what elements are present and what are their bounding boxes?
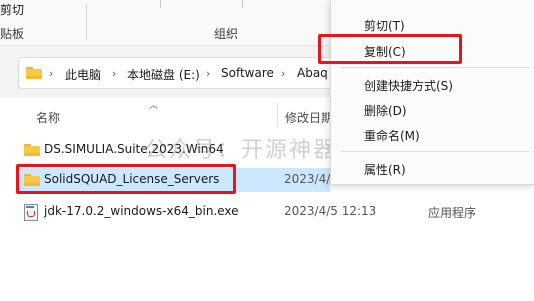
breadcrumb-abaq[interactable]: Abaq [297,66,328,80]
java-exe-icon [24,204,38,221]
folder-icon [24,144,40,156]
chevron-right-icon[interactable]: › [281,67,285,80]
menu-item-create-shortcut[interactable]: 创建快捷方式(S) [364,77,453,94]
file-date: 2023/4/5 12:13 [284,204,377,218]
column-divider[interactable] [277,103,278,127]
watermark-text: 公众号：开源神器 [145,138,338,163]
menu-separator [341,67,529,68]
ribbon-divider [86,4,87,40]
sort-up-icon: ︿ [149,101,159,111]
highlight-box [318,34,462,64]
breadcrumb-this-pc[interactable]: 此电脑 [65,66,101,83]
column-header-name[interactable]: 名称 [36,109,60,126]
menu-separator [341,151,529,152]
menu-item-rename[interactable]: 重命名(M) [364,127,420,144]
file-name: jdk-17.0.2_windows-x64_bin.exe [44,204,239,218]
ribbon-divider [242,0,243,8]
file-row[interactable]: jdk-17.0.2_windows-x64_bin.exe 2023/4/5 … [18,200,528,224]
menu-item-properties[interactable]: 属性(R) [364,161,406,178]
ribbon-divider [160,0,161,8]
context-menu: 剪切(T) 复制(C) 创建快捷方式(S) 删除(D) 重命名(M) 属性(R) [330,0,534,185]
ribbon-cut-button[interactable]: 剪切 [0,1,24,18]
file-type: 应用程序 [428,206,477,220]
ribbon-clipboard-group-label: 贴板 [0,27,25,41]
chevron-right-icon[interactable]: › [49,67,53,80]
menu-item-cut[interactable]: 剪切(T) [364,17,405,34]
column-header-date[interactable]: 修改日期 [285,109,333,126]
chevron-right-icon[interactable]: › [206,67,210,80]
chevron-right-icon[interactable]: › [112,67,116,80]
breadcrumb-software[interactable]: Software [221,66,274,80]
highlight-box [16,164,236,194]
menu-item-delete[interactable]: 删除(D) [364,102,407,119]
file-date: 2023/4/ [284,172,331,186]
breadcrumb-drive[interactable]: 本地磁盘 (E:) [127,66,200,83]
ribbon-organize-group-label: 组织 [214,27,239,41]
folder-icon [26,67,42,79]
